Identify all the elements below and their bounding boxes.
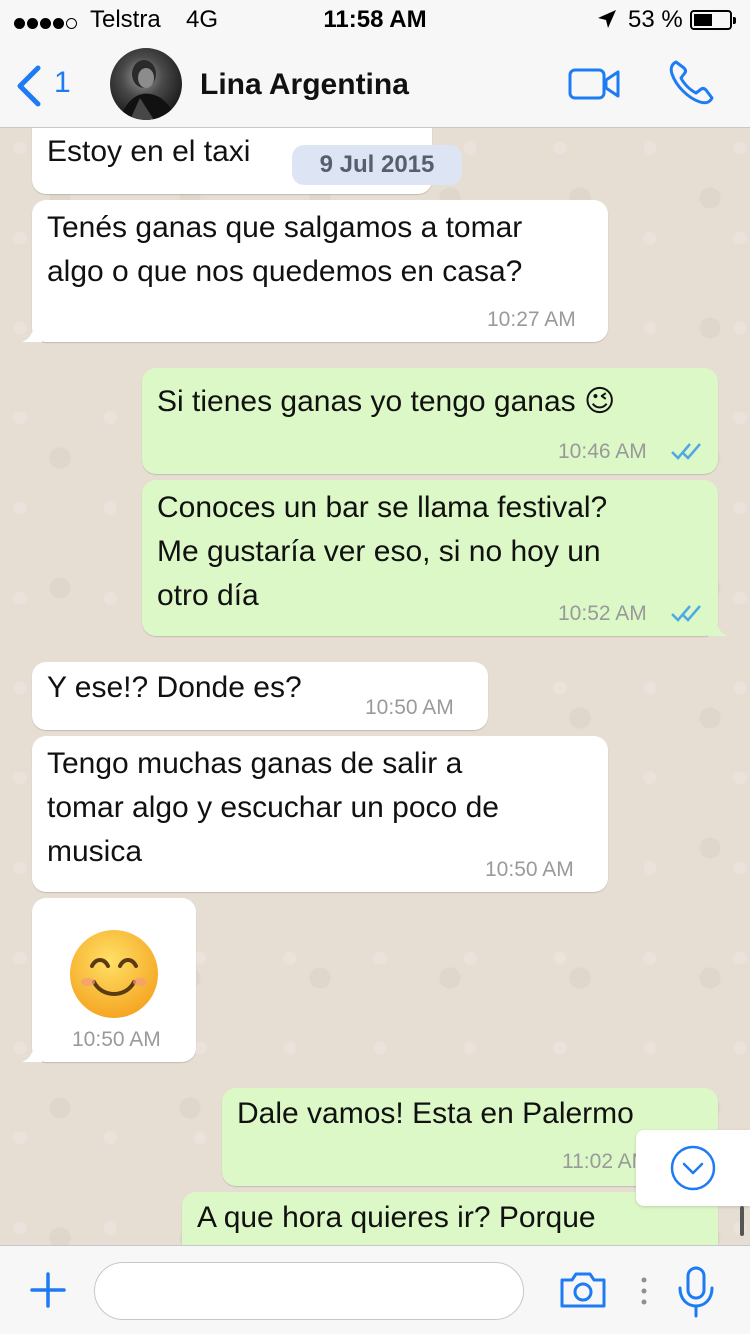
message-text: Tengo muchas ganas de salir a tomar algo…: [47, 747, 499, 868]
scroll-to-bottom-button[interactable]: [636, 1130, 750, 1206]
smiling-face-emoji-icon: [70, 930, 158, 1018]
voice-message-button[interactable]: [676, 1266, 716, 1323]
message-outgoing[interactable]: Conoces un bar se llama festival? Me gus…: [142, 480, 728, 636]
message-time: 10:27 AM: [487, 308, 576, 331]
message-time: 10:50 AM: [485, 858, 574, 881]
message-outgoing[interactable]: Si tienes ganas yo tengo ganas 😉 10:46 A…: [142, 368, 718, 474]
double-check-icon: [671, 443, 701, 460]
message-text: Dale vamos! Esta en Palermo: [237, 1097, 634, 1130]
date-chip: 9 Jul 2015: [292, 145, 462, 185]
message-time: 10:52 AM: [558, 602, 647, 625]
plus-icon: [30, 1272, 66, 1308]
divider-dots: [640, 1276, 648, 1311]
video-camera-icon: [568, 68, 620, 100]
chevron-left-icon: [17, 65, 41, 107]
contact-name[interactable]: Lina Argentina: [200, 68, 409, 102]
chevron-down-circle-icon: [670, 1145, 716, 1191]
contact-avatar[interactable]: [110, 48, 182, 120]
message-text: Estoy en el taxi: [47, 135, 251, 168]
message-text: A que hora quieres ir? Porque: [197, 1201, 596, 1234]
message-incoming[interactable]: Tenés ganas que salgamos a tomar algo o …: [22, 200, 608, 342]
back-button[interactable]: 1: [14, 58, 84, 110]
message-incoming-emoji[interactable]: 😊 10:50 AM: [22, 898, 196, 1062]
bubble-tail: [22, 320, 42, 342]
battery-percent: 53 %: [628, 6, 683, 33]
unread-count: 1: [54, 66, 71, 99]
message-input[interactable]: [94, 1262, 524, 1320]
video-call-button[interactable]: [568, 66, 622, 107]
attach-button[interactable]: [28, 1270, 68, 1315]
bubble-tail: [22, 1040, 42, 1062]
camera-icon: [560, 1272, 606, 1308]
message-time: 10:50 AM: [365, 696, 454, 719]
message-incoming[interactable]: Tengo muchas ganas de salir a tomar algo…: [32, 736, 608, 892]
composer-bar: [0, 1245, 750, 1334]
message-text: Conoces un bar se llama festival? Me gus…: [157, 491, 608, 612]
message-text: Tenés ganas que salgamos a tomar algo o …: [47, 211, 523, 288]
message-text: Y ese!? Donde es?: [47, 671, 302, 704]
location-arrow-icon: [596, 8, 618, 37]
bubble-tail: [708, 614, 728, 636]
microphone-icon: [678, 1266, 714, 1318]
status-bar: Telstra 4G 11:58 AM 53 %: [0, 0, 750, 40]
phone-icon: [669, 60, 714, 105]
double-check-icon: [671, 605, 701, 622]
message-time: 10:46 AM: [558, 440, 647, 463]
voice-call-button[interactable]: [666, 58, 716, 113]
message-list[interactable]: Estoy en el taxi 9 Jul 2015 Tenés ganas …: [0, 128, 750, 1245]
chat-header: 1 Lina Argentina: [0, 40, 750, 128]
camera-button[interactable]: [558, 1270, 608, 1315]
scrollbar[interactable]: [740, 1206, 744, 1236]
message-time: 10:50 AM: [72, 1028, 161, 1051]
battery-icon: [690, 10, 736, 30]
message-text: Si tienes ganas yo tengo ganas 😉: [157, 385, 616, 418]
message-incoming[interactable]: Y ese!? Donde es? 10:50 AM: [32, 662, 488, 730]
